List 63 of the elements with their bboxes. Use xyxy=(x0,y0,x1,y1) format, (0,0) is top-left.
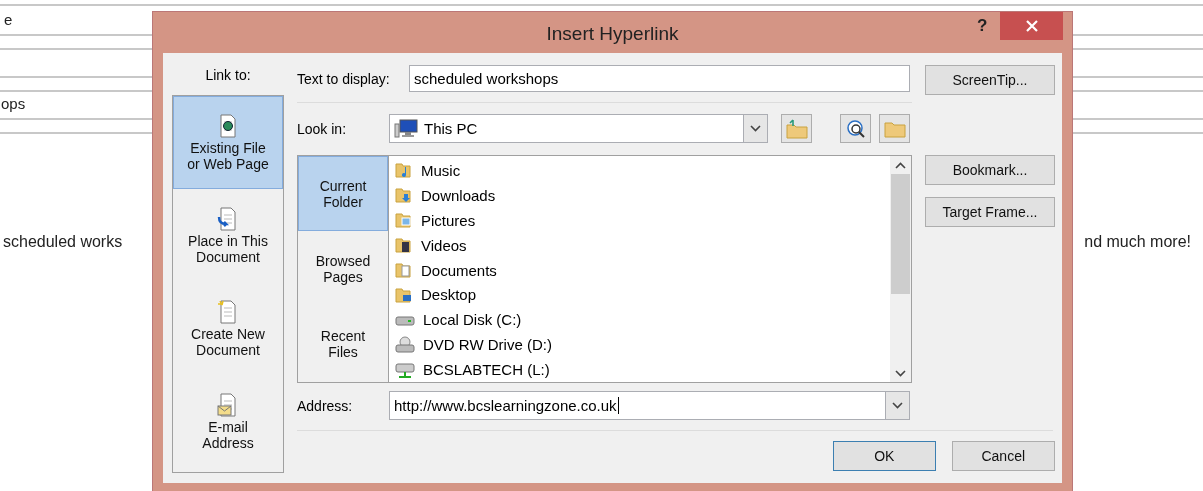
paragraph-text: scheduled works xyxy=(3,233,123,251)
link-type-item[interactable]: E-mail Address xyxy=(173,375,283,468)
link-type-item[interactable]: Place in This Document xyxy=(173,189,283,282)
field-label: Text to display: xyxy=(297,70,391,87)
search-icon xyxy=(844,117,867,140)
dropdown-button[interactable] xyxy=(743,115,767,142)
dropdown-button[interactable] xyxy=(885,392,909,419)
chevron-down-icon xyxy=(750,125,761,132)
place-item[interactable]: Browsed Pages xyxy=(298,231,388,307)
paragraph-text: nd much more! xyxy=(1084,233,1191,251)
table-cell: ops xyxy=(1,95,26,113)
scroll-thumb[interactable] xyxy=(891,174,910,294)
file-item[interactable]: Pictures xyxy=(389,207,890,233)
ok-button[interactable]: OK xyxy=(833,441,936,471)
computer-icon xyxy=(394,118,418,139)
folder-arrow-icon xyxy=(784,117,809,140)
place-item[interactable]: Recent Files xyxy=(298,306,388,382)
file-item[interactable]: Documents xyxy=(389,257,890,283)
file-item[interactable]: Desktop xyxy=(389,282,890,308)
network-drive-icon xyxy=(395,360,415,379)
music-folder-icon xyxy=(395,161,413,180)
file-item[interactable]: Local Disk (C:) xyxy=(389,307,890,333)
screentip-button[interactable]: ScreenTip... xyxy=(925,65,1055,95)
link-type-item[interactable]: Existing File or Web Page xyxy=(173,96,283,189)
field-label: Look in: xyxy=(297,120,348,137)
file-item[interactable]: Downloads xyxy=(389,182,890,208)
video-folder-icon xyxy=(395,236,413,255)
desktop-folder-icon xyxy=(395,285,413,304)
file-item[interactable]: BCSLABTECH (L:) xyxy=(389,357,890,382)
scroll-up-icon xyxy=(895,161,906,169)
text-to-display-field[interactable]: scheduled workshops xyxy=(409,65,910,92)
link-to-label: Link to: xyxy=(205,66,251,85)
address-field[interactable]: http://www.bcslearningzone.co.uk xyxy=(389,391,910,420)
table-cell: e xyxy=(4,11,13,29)
browse-web-button[interactable] xyxy=(840,114,871,143)
mail-document-icon xyxy=(217,392,239,417)
close-icon xyxy=(1025,20,1038,32)
scrollbar[interactable] xyxy=(890,156,911,382)
place-item[interactable]: Current Folder xyxy=(298,156,388,232)
file-item[interactable]: Videos xyxy=(389,232,890,258)
disc-drive-icon xyxy=(395,335,415,354)
new-document-icon xyxy=(217,299,239,324)
target-frame-button[interactable]: Target Frame... xyxy=(925,197,1055,227)
window-title: Insert Hyperlink xyxy=(546,22,679,45)
picture-folder-icon xyxy=(395,211,413,230)
scroll-down-icon xyxy=(895,369,906,377)
globe-document-icon xyxy=(217,113,239,138)
cancel-button[interactable]: Cancel xyxy=(951,441,1055,471)
document-arrow-icon xyxy=(217,206,239,231)
file-item[interactable]: Music xyxy=(389,158,890,183)
help-button[interactable]: ? xyxy=(973,16,992,36)
up-folder-button[interactable] xyxy=(781,114,812,143)
file-item[interactable]: DVD RW Drive (D:) xyxy=(389,332,890,358)
link-type-item[interactable]: Create New Document xyxy=(173,282,283,375)
browse-file-button[interactable] xyxy=(879,114,910,143)
bookmark-button[interactable]: Bookmark... xyxy=(925,155,1055,185)
chevron-down-icon xyxy=(892,402,903,409)
look-in-dropdown[interactable]: This PC xyxy=(389,114,768,143)
document-folder-icon xyxy=(395,261,413,279)
look-in-value: This PC xyxy=(424,120,478,137)
download-folder-icon xyxy=(395,186,413,205)
close-button[interactable] xyxy=(1000,12,1063,40)
field-label: Address: xyxy=(297,397,354,414)
